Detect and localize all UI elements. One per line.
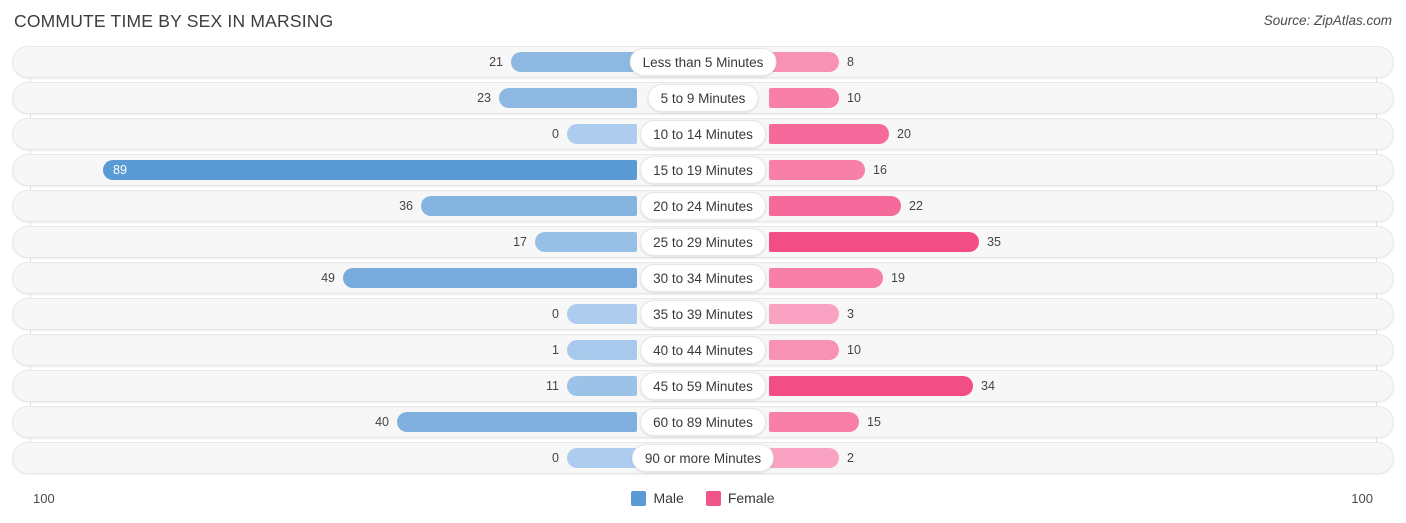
plot-area: 21 8 Less than 5 Minutes 23 10 5 to 9 Minutes… xyxy=(0,46,1406,480)
table-row[interactable]: 21 8 Less than 5 Minutes xyxy=(0,46,1406,78)
commute-time-bar-chart: COMMUTE TIME BY SEX IN MARSING Source: Z… xyxy=(0,0,1406,523)
bar-female[interactable] xyxy=(769,448,839,468)
table-row[interactable]: 89 16 15 to 19 Minutes xyxy=(0,154,1406,186)
bar-value-female: 3 xyxy=(847,307,854,321)
bar-value-female: 2 xyxy=(847,451,854,465)
bar-female[interactable] xyxy=(769,124,889,144)
table-row[interactable]: 17 35 25 to 29 Minutes xyxy=(0,226,1406,258)
table-row[interactable]: 0 3 35 to 39 Minutes xyxy=(0,298,1406,330)
bar-value-female: 10 xyxy=(847,343,861,357)
bar-female[interactable] xyxy=(769,412,859,432)
bar-female[interactable] xyxy=(769,196,901,216)
bar-female[interactable] xyxy=(769,160,865,180)
bar-male[interactable] xyxy=(567,124,637,144)
category-label-pill: 10 to 14 Minutes xyxy=(640,120,766,148)
bar-value-male: 89 xyxy=(113,163,127,177)
bar-female[interactable] xyxy=(769,232,979,252)
bar-value-male: 1 xyxy=(552,343,559,357)
bar-value-male: 36 xyxy=(399,199,413,213)
bar-value-female: 35 xyxy=(987,235,1001,249)
bar-male[interactable] xyxy=(397,412,637,432)
bar-value-male: 49 xyxy=(321,271,335,285)
table-row[interactable]: 1 10 40 to 44 Minutes xyxy=(0,334,1406,366)
bar-value-male: 0 xyxy=(552,451,559,465)
legend-item-female[interactable]: Female xyxy=(705,490,775,506)
legend-label-female: Female xyxy=(727,490,775,506)
bar-value-female: 16 xyxy=(873,163,887,177)
bar-male[interactable] xyxy=(511,52,637,72)
category-label-pill: 30 to 34 Minutes xyxy=(640,264,766,292)
bar-value-female: 10 xyxy=(847,91,861,105)
bar-value-male: 21 xyxy=(489,55,503,69)
bar-value-male: 40 xyxy=(375,415,389,429)
category-label-pill: 25 to 29 Minutes xyxy=(640,228,766,256)
bar-female[interactable] xyxy=(769,304,839,324)
bar-male[interactable] xyxy=(567,304,637,324)
bar-value-male: 0 xyxy=(552,307,559,321)
bar-male[interactable] xyxy=(567,376,637,396)
bar-value-male: 17 xyxy=(513,235,527,249)
category-label-pill: 60 to 89 Minutes xyxy=(640,408,766,436)
bar-female[interactable] xyxy=(769,376,973,396)
bar-value-male: 23 xyxy=(477,91,491,105)
legend-label-male: Male xyxy=(653,490,684,506)
legend-swatch-female-icon xyxy=(705,490,721,506)
legend-item-male[interactable]: Male xyxy=(631,490,684,506)
category-label-pill: 45 to 59 Minutes xyxy=(640,372,766,400)
bar-female[interactable] xyxy=(769,268,883,288)
category-label-pill: 15 to 19 Minutes xyxy=(640,156,766,184)
table-row[interactable]: 0 20 10 to 14 Minutes xyxy=(0,118,1406,150)
table-row[interactable]: 49 19 30 to 34 Minutes xyxy=(0,262,1406,294)
bar-male[interactable] xyxy=(103,160,637,180)
table-row[interactable]: 36 22 20 to 24 Minutes xyxy=(0,190,1406,222)
bar-female[interactable] xyxy=(769,88,839,108)
table-row[interactable]: 11 34 45 to 59 Minutes xyxy=(0,370,1406,402)
page-title: COMMUTE TIME BY SEX IN MARSING xyxy=(14,11,334,31)
category-label-pill: 40 to 44 Minutes xyxy=(640,336,766,364)
bar-value-female: 15 xyxy=(867,415,881,429)
bar-value-male: 0 xyxy=(552,127,559,141)
bar-female[interactable] xyxy=(769,52,839,72)
chart-footer: 100 100 Male Female xyxy=(0,480,1406,523)
table-row[interactable]: 0 2 90 or more Minutes xyxy=(0,442,1406,474)
chart-header: COMMUTE TIME BY SEX IN MARSING Source: Z… xyxy=(0,0,1406,46)
bar-male[interactable] xyxy=(567,340,637,360)
bar-male[interactable] xyxy=(535,232,637,252)
bar-value-female: 20 xyxy=(897,127,911,141)
bar-male[interactable] xyxy=(343,268,637,288)
bar-value-female: 34 xyxy=(981,379,995,393)
bar-female[interactable] xyxy=(769,340,839,360)
table-row[interactable]: 40 15 60 to 89 Minutes xyxy=(0,406,1406,438)
bar-value-female: 19 xyxy=(891,271,905,285)
legend-swatch-male-icon xyxy=(631,490,647,506)
legend: Male Female xyxy=(0,490,1406,506)
category-label-pill: Less than 5 Minutes xyxy=(629,48,777,76)
bar-male[interactable] xyxy=(499,88,637,108)
bar-rows: 21 8 Less than 5 Minutes 23 10 5 to 9 Minutes… xyxy=(0,46,1406,478)
bar-value-female: 22 xyxy=(909,199,923,213)
category-label-pill: 5 to 9 Minutes xyxy=(647,84,759,112)
source-attribution: Source: ZipAtlas.com xyxy=(1263,13,1392,28)
category-label-pill: 35 to 39 Minutes xyxy=(640,300,766,328)
bar-value-male: 11 xyxy=(546,379,559,393)
category-label-pill: 20 to 24 Minutes xyxy=(640,192,766,220)
table-row[interactable]: 23 10 5 to 9 Minutes xyxy=(0,82,1406,114)
bar-value-female: 8 xyxy=(847,55,854,69)
bar-male[interactable] xyxy=(567,448,637,468)
bar-male[interactable] xyxy=(421,196,637,216)
category-label-pill: 90 or more Minutes xyxy=(631,444,775,472)
